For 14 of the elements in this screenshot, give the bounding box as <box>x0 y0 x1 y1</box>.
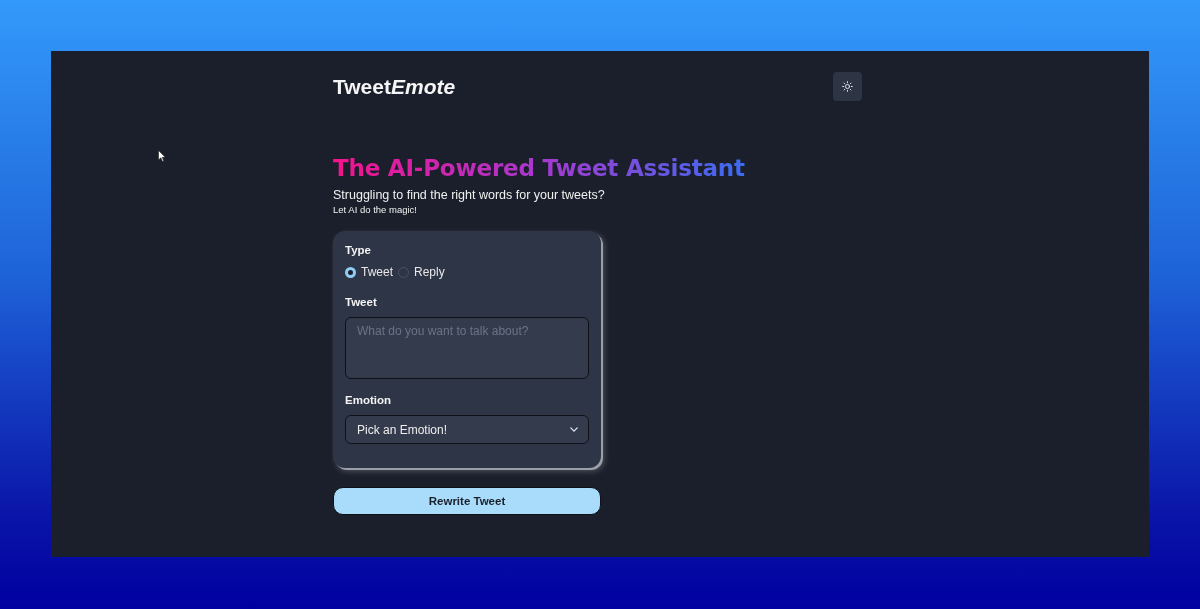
mouse-cursor-icon <box>158 150 166 162</box>
field-label: Emotion <box>345 393 391 407</box>
field-label: Tweet <box>345 295 377 309</box>
radio-option[interactable]: Tweet <box>345 265 393 280</box>
emotion-dropdown[interactable]: Pick an Emotion! <box>345 415 589 444</box>
field-label: Type <box>345 243 371 257</box>
app-logo: TweetEmote <box>333 73 456 100</box>
sun-icon <box>842 81 853 92</box>
radio-option[interactable]: Reply <box>398 265 445 280</box>
rewrite-tweet-button[interactable]: Rewrite Tweet <box>333 487 601 515</box>
subtitle-text: Struggling to find the right words for your tweets? <box>333 188 605 203</box>
theme-toggle-button[interactable] <box>833 72 862 101</box>
chevron-down-icon <box>570 427 578 432</box>
tagline-text: Let AI do the magic! <box>333 204 417 216</box>
